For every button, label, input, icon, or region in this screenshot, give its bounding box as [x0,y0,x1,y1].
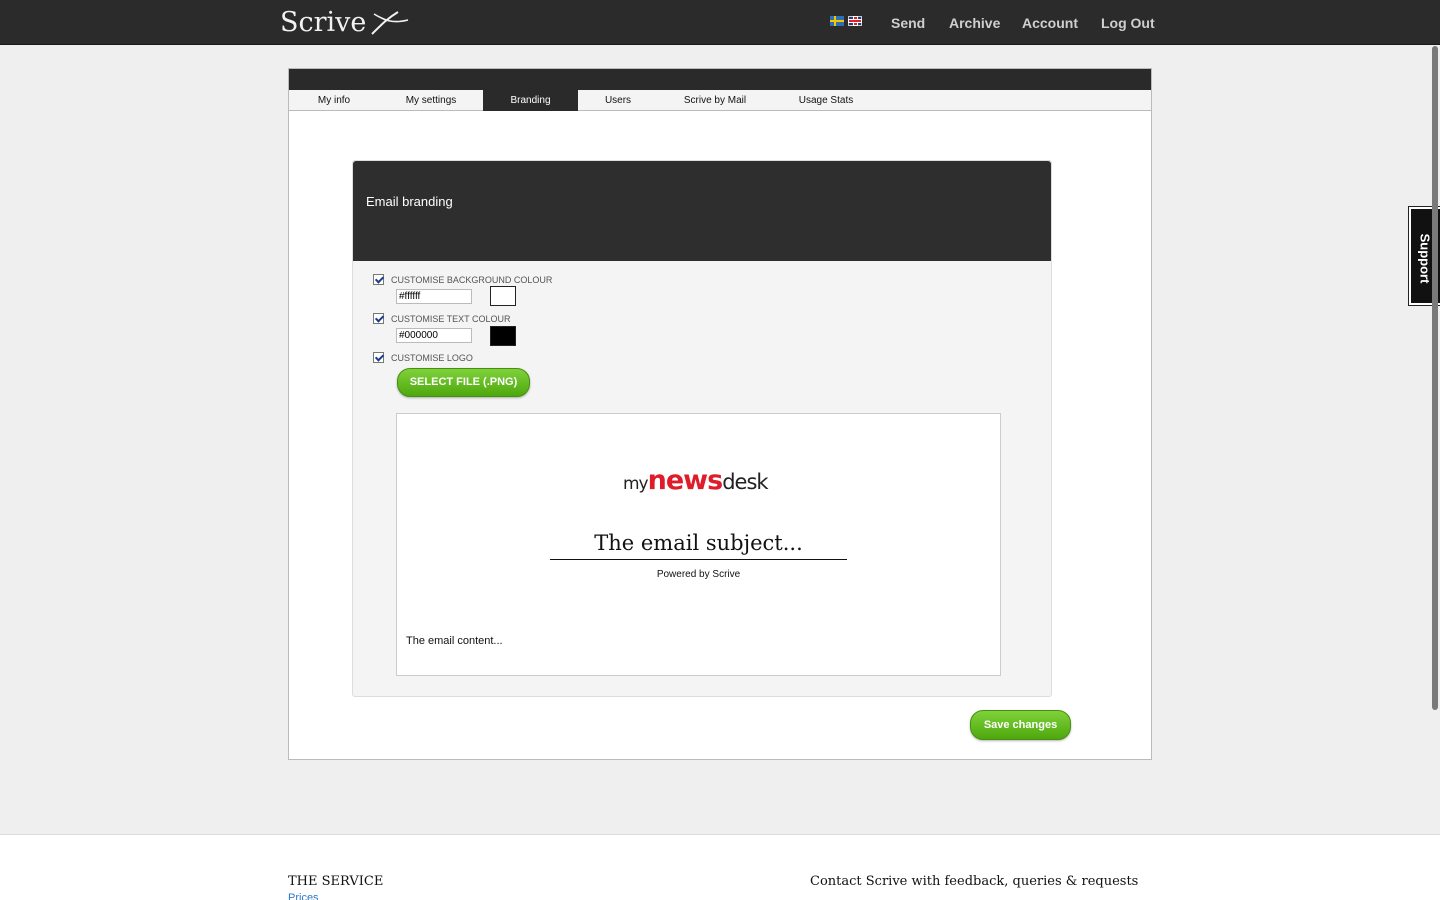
select-file-button[interactable]: SELECT FILE (.PNG) [397,368,530,397]
tab-my-info[interactable]: My info [289,90,379,111]
logo-text: Scrive [280,6,367,38]
tab-scrive-by-mail[interactable]: Scrive by Mail [658,90,772,111]
bg-colour-swatch[interactable] [490,286,516,306]
tab-my-settings[interactable]: My settings [379,90,483,111]
nav-archive[interactable]: Archive [949,15,1000,31]
footer-service-heading: THE SERVICE [288,874,384,889]
panel-header-strip [289,69,1151,90]
text-colour-checkbox[interactable] [373,313,384,324]
scrollbar[interactable] [1432,0,1440,900]
mynewsdesk-logo: my news desk [623,465,769,496]
logo-my: my [623,474,649,494]
tab-branding[interactable]: Branding [483,90,578,111]
text-colour-option: CUSTOMISE TEXT COLOUR [373,313,511,324]
logo-option: CUSTOMISE LOGO [373,352,473,363]
bg-colour-input[interactable] [396,289,472,304]
support-label: Support [1417,233,1433,284]
scrollbar-thumb[interactable] [1432,46,1438,710]
email-subject: The email subject... [550,531,847,560]
tab-usage-stats[interactable]: Usage Stats [772,90,880,111]
logo-news: news [647,465,724,496]
account-panel: My info My settings Branding Users Scriv… [288,68,1152,760]
nav-send[interactable]: Send [891,15,925,31]
english-flag-icon[interactable] [848,16,862,26]
bg-colour-option: CUSTOMISE BACKGROUND COLOUR [373,274,552,285]
email-branding-title: Email branding [353,161,1051,261]
text-colour-swatch[interactable] [490,326,516,346]
bg-colour-checkbox[interactable] [373,274,384,285]
scrive-logo[interactable]: Scrive [280,4,410,40]
logo-mark-icon [371,11,409,35]
email-branding-section: Email branding CUSTOMISE BACKGROUND COLO… [352,160,1052,697]
nav-account[interactable]: Account [1022,15,1078,31]
save-changes-button[interactable]: Save changes [970,710,1071,740]
footer: THE SERVICE Prices Contact Scrive with f… [0,834,1440,900]
email-content: The email content... [406,635,503,647]
footer-prices-link[interactable]: Prices [288,892,319,900]
account-tabs: My info My settings Branding Users Scriv… [289,90,1151,111]
language-selector [830,16,862,26]
tab-users[interactable]: Users [578,90,658,111]
logo-checkbox[interactable] [373,352,384,363]
footer-contact-heading: Contact Scrive with feedback, queries & … [810,874,1139,889]
email-preview: my news desk The email subject... Powere… [396,413,1001,676]
logo-desk: desk [722,470,768,494]
text-colour-label: CUSTOMISE TEXT COLOUR [391,313,511,324]
nav-log-out[interactable]: Log Out [1101,15,1155,31]
logo-label: CUSTOMISE LOGO [391,352,473,363]
bg-colour-label: CUSTOMISE BACKGROUND COLOUR [391,274,553,285]
top-navigation-bar: Scrive Send Archive Account Log Out [0,0,1440,45]
powered-by: Powered by Scrive [656,569,741,580]
swedish-flag-icon[interactable] [830,16,844,26]
text-colour-input[interactable] [396,328,472,343]
